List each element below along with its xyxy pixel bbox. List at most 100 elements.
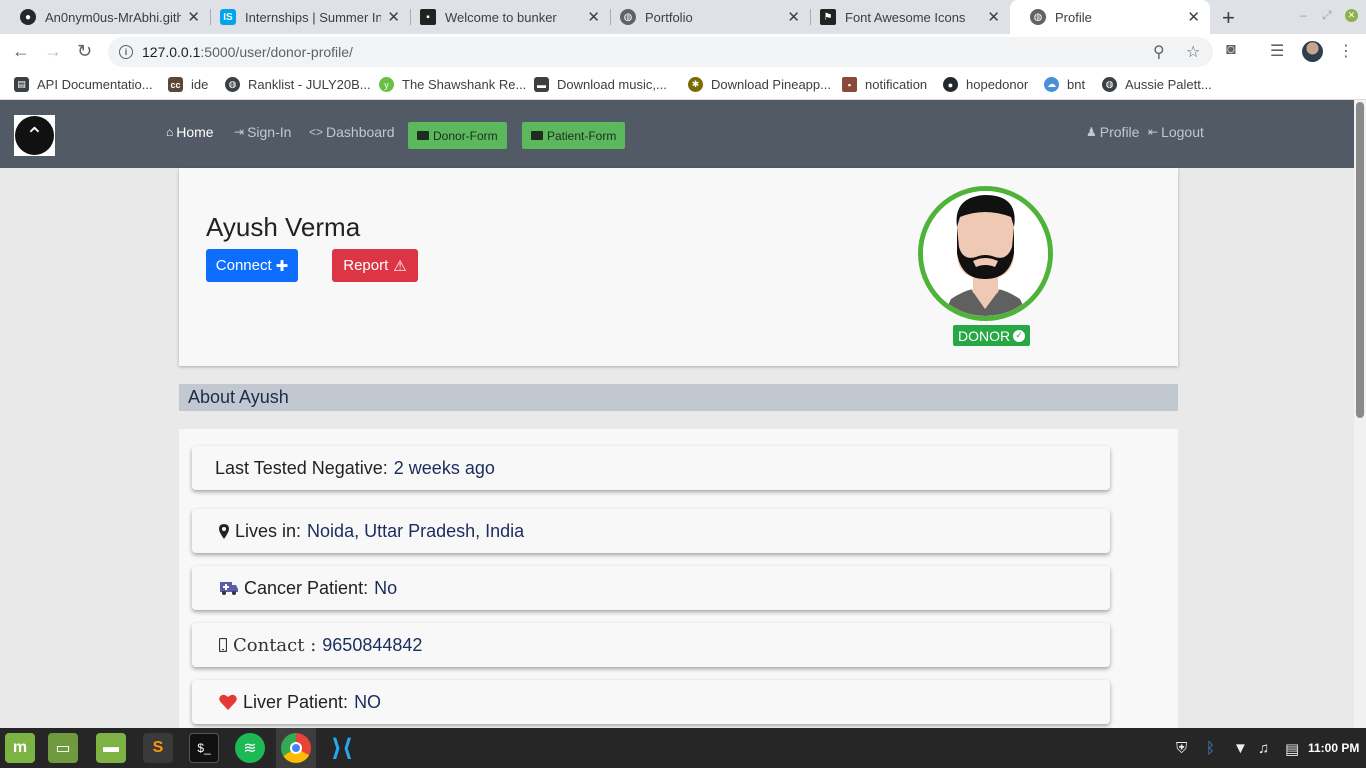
menu-kebab-icon[interactable]: ⋮ xyxy=(1338,41,1354,61)
back-button[interactable]: ← xyxy=(12,41,30,62)
patient-form-button[interactable]: Patient-Form xyxy=(522,122,626,149)
site-info-icon[interactable]: i xyxy=(119,45,133,59)
close-tab-icon[interactable]: ✕ xyxy=(787,8,800,26)
info-row-cancer: Cancer Patient: No xyxy=(192,566,1110,610)
chrome-icon[interactable] xyxy=(281,733,311,763)
mint-menu-icon[interactable]: m xyxy=(5,733,35,763)
close-tab-icon[interactable]: ✕ xyxy=(587,8,600,26)
page-scrollbar[interactable] xyxy=(1354,100,1366,728)
profile-avatar xyxy=(918,186,1053,321)
nav-profile-link[interactable]: ♟ Profile xyxy=(1086,124,1139,140)
tab-title: Font Awesome Icons xyxy=(845,9,966,25)
image-icon: ▪ xyxy=(842,77,857,92)
browser-tab[interactable]: ◍ Portfolio ✕ xyxy=(600,0,810,34)
bookmark-item[interactable]: cc ide xyxy=(168,77,208,92)
site-logo[interactable]: ⌃ xyxy=(14,115,55,156)
id-card-icon xyxy=(417,131,429,140)
bookmark-item[interactable]: ☁ bnt xyxy=(1044,77,1085,92)
new-tab-button[interactable]: + xyxy=(1222,5,1235,31)
browser-tab[interactable]: ⚑ Font Awesome Icons ✕ xyxy=(800,0,1010,34)
bookmark-item[interactable]: ▬ Download music,... xyxy=(534,77,667,92)
connect-button[interactable]: Connect ✚ xyxy=(206,249,298,282)
sublime-text-icon[interactable]: S xyxy=(143,733,173,763)
bookmark-item[interactable]: ▪ notification xyxy=(842,77,927,92)
wifi-icon[interactable]: ▼ xyxy=(1233,740,1248,757)
bookmark-item[interactable]: ◍ Ranklist - JULY20B... xyxy=(225,77,371,92)
person-illustration xyxy=(923,191,1048,316)
nav-home-link[interactable]: ⌂ Home xyxy=(166,124,214,140)
nav-dashboard-link[interactable]: <> Dashboard xyxy=(309,124,395,140)
restore-icon[interactable]: ⤢ xyxy=(1322,8,1332,23)
row-label: Last Tested Negative: xyxy=(215,457,388,478)
terminal-icon[interactable]: $_ xyxy=(189,733,219,763)
browser-tab-strip: ● An0nym0us-MrAbhi.githu ✕ IS Internship… xyxy=(0,0,1366,34)
close-tab-icon[interactable]: ✕ xyxy=(187,8,200,26)
browser-tab[interactable]: ● An0nym0us-MrAbhi.githu ✕ xyxy=(0,0,210,34)
bookmark-item[interactable]: ● hopedonor xyxy=(943,77,1028,92)
row-label: Liver Patient: xyxy=(243,691,349,712)
row-value: 2 weeks ago xyxy=(393,457,495,478)
map-marker-icon xyxy=(219,523,229,539)
bookmark-item[interactable]: ✱ Download Pineapp... xyxy=(688,77,831,92)
clipboard-icon[interactable]: ▤ xyxy=(1285,740,1299,758)
scrollbar-thumb[interactable] xyxy=(1356,102,1364,418)
report-button[interactable]: Report ⚠ xyxy=(332,249,418,282)
check-circle-icon: ✓ xyxy=(1013,329,1026,342)
clock[interactable]: 11:00 PM xyxy=(1308,741,1359,755)
reload-button[interactable]: ↻ xyxy=(77,41,92,62)
sound-icon[interactable]: ♫ xyxy=(1258,740,1269,757)
minimize-icon[interactable]: – xyxy=(1300,8,1307,22)
bluetooth-icon[interactable]: ᛒ xyxy=(1206,740,1215,757)
shield-icon[interactable]: ⛨ xyxy=(1176,740,1187,757)
nav-signin-link[interactable]: ⇥ Sign-In xyxy=(234,124,291,140)
profile-avatar-icon[interactable] xyxy=(1302,41,1323,62)
nav-logout-link[interactable]: ⇤ Logout xyxy=(1148,124,1204,140)
tab-title: Profile xyxy=(1055,9,1092,25)
browser-tab[interactable]: IS Internships | Summer In ✕ xyxy=(200,0,410,34)
bookmark-item[interactable]: ◍ Aussie Palett... xyxy=(1102,77,1212,92)
info-row-contact: Contact :9650844842 xyxy=(192,623,1110,667)
bookmark-item[interactable]: ▤ API Documentatio... xyxy=(14,77,153,92)
files-folder-icon[interactable]: ▬ xyxy=(96,733,126,763)
yts-icon: y xyxy=(379,77,394,92)
profile-card: Ayush Verma Connect ✚ Report ⚠ DONOR ✓ xyxy=(179,168,1178,366)
donor-status-badge: DONOR ✓ xyxy=(953,325,1031,346)
globe-icon: ◍ xyxy=(620,9,636,25)
close-tab-icon[interactable]: ✕ xyxy=(1187,8,1200,26)
media-queue-icon[interactable]: ☰ xyxy=(1270,41,1284,61)
ambulance-icon xyxy=(220,581,238,595)
close-tab-icon[interactable]: ✕ xyxy=(387,8,400,26)
mobile-icon xyxy=(219,638,227,652)
spotify-icon[interactable]: ≋ xyxy=(235,733,265,763)
about-heading: About Ayush xyxy=(179,384,1178,411)
close-tab-icon[interactable]: ✕ xyxy=(987,8,1000,26)
browser-tab-active[interactable]: ◍ Profile ✕ xyxy=(1010,0,1210,34)
row-value: 9650844842 xyxy=(322,634,423,655)
address-bar[interactable]: i 127.0.0.1:5000/user/donor-profile/ ⚲ ☆ xyxy=(108,37,1213,67)
browser-tab[interactable]: ▪ Welcome to bunker ✕ xyxy=(400,0,610,34)
camera-icon[interactable]: ◙ xyxy=(1226,41,1236,59)
desktop-icon[interactable]: ▭ xyxy=(48,733,78,763)
info-row-liver: Liver Patient: NO xyxy=(192,680,1110,724)
home-icon: ⌂ xyxy=(166,125,174,139)
profile-name: Ayush Verma xyxy=(206,212,361,242)
zoom-search-icon[interactable]: ⚲ xyxy=(1153,42,1165,62)
chevron-up-icon: ⌃ xyxy=(15,116,54,155)
sign-in-icon: ⇥ xyxy=(234,125,245,139)
pineapple-icon: ✱ xyxy=(688,77,703,92)
warning-icon: ⚠ xyxy=(393,257,407,275)
bookmark-item[interactable]: y The Shawshank Re... xyxy=(379,77,526,92)
forward-button[interactable]: → xyxy=(44,41,62,62)
donor-form-button[interactable]: Donor-Form xyxy=(408,122,507,149)
tab-title: An0nym0us-MrAbhi.githu xyxy=(45,9,181,25)
bookmark-star-icon[interactable]: ☆ xyxy=(1186,42,1200,62)
internshala-icon: IS xyxy=(220,9,236,25)
vscode-icon[interactable]: ⟩⟨ xyxy=(327,733,357,763)
os-taskbar: m ▭ ▬ S $_ ≋ ⟩⟨ ⛨ ᛒ ▼ ♫ ▤ 11:00 PM xyxy=(0,728,1366,768)
tab-title: Portfolio xyxy=(645,9,693,25)
codechef-icon: cc xyxy=(168,77,183,92)
globe-icon: ◍ xyxy=(225,77,240,92)
tab-title: Welcome to bunker xyxy=(445,9,557,25)
row-value: NO xyxy=(354,691,382,712)
window-close-button[interactable]: ✕ xyxy=(1345,9,1358,22)
